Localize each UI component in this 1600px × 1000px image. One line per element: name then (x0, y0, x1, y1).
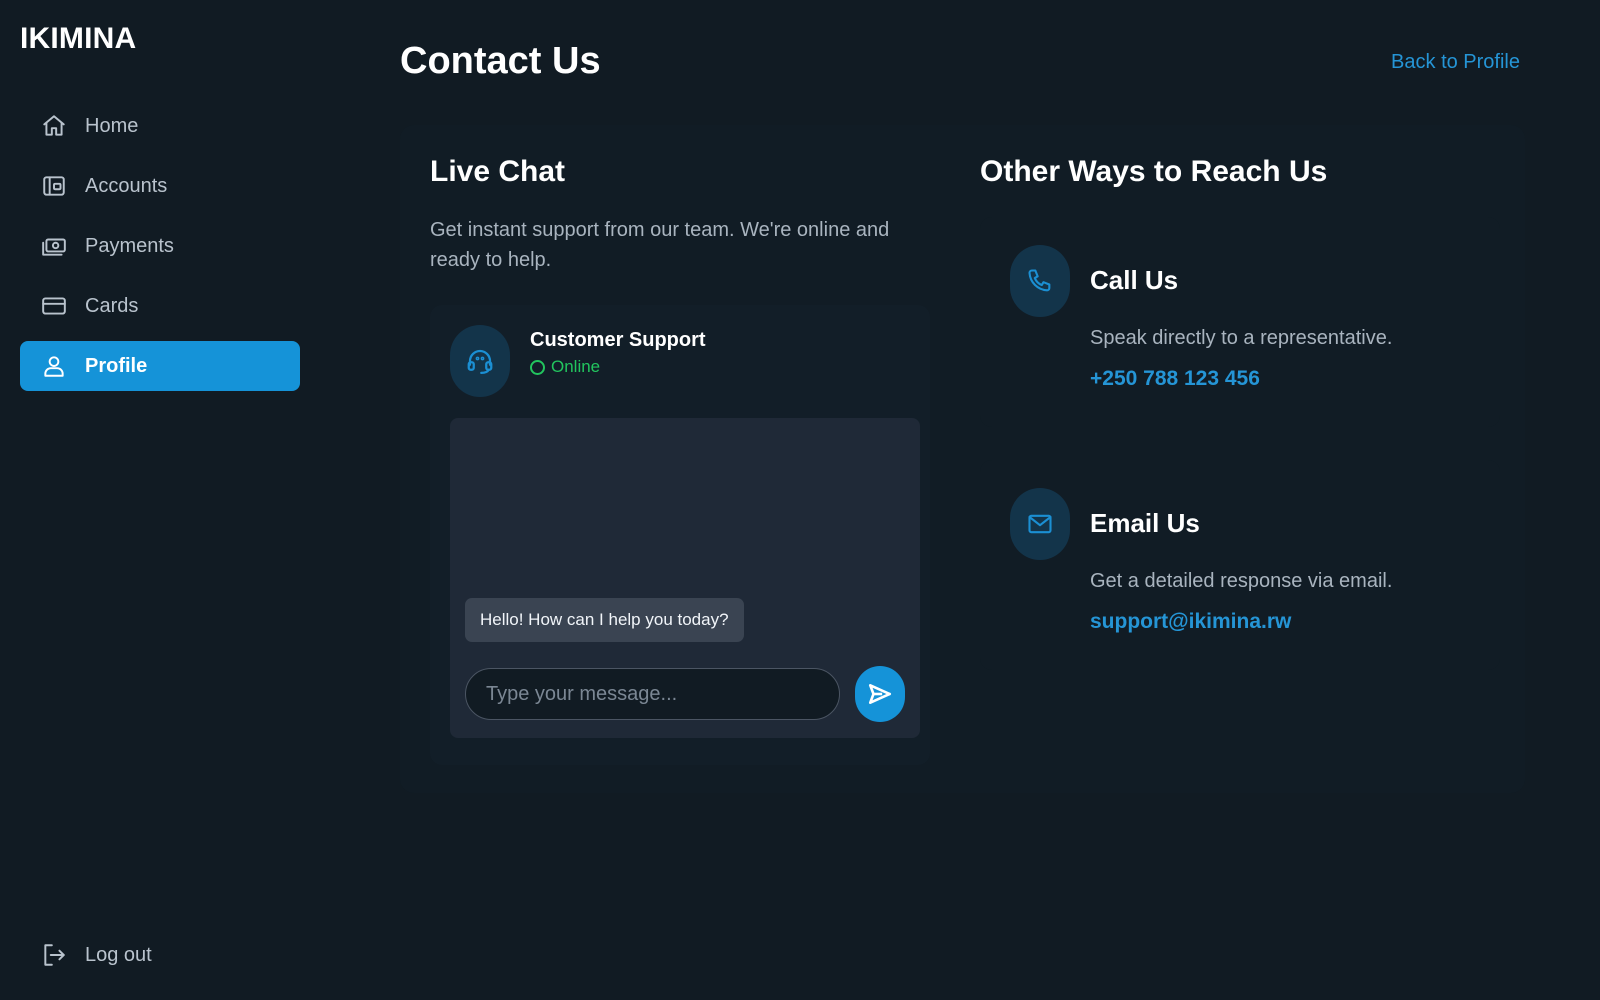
phone-icon (1010, 245, 1070, 317)
email-address-link[interactable]: support@ikimina.rw (1090, 610, 1291, 634)
other-ways-title: Other Ways to Reach Us (980, 155, 1328, 188)
sidebar-item-profile[interactable]: Profile (20, 341, 300, 391)
page-title: Contact Us (400, 40, 601, 82)
support-agent-name: Customer Support (530, 329, 706, 351)
chat-window[interactable]: Hello! How can I help you today? (450, 418, 920, 738)
sidebar-item-cards[interactable]: Cards (20, 281, 300, 331)
sidebar-item-label: Payments (85, 234, 174, 257)
sidebar-item-label: Cards (85, 294, 139, 317)
email-us-card: Email Us Get a detailed response via ema… (980, 460, 1500, 670)
email-us-description: Get a detailed response via email. (1090, 570, 1393, 592)
logout-label: Log out (85, 943, 152, 966)
wallet-icon (40, 172, 68, 200)
chat-message-bubble: Hello! How can I help you today? (465, 598, 744, 642)
call-us-description: Speak directly to a representative. (1090, 327, 1393, 349)
status-text: Online (551, 357, 601, 376)
live-chat-description: Get instant support from our team. We're… (430, 219, 890, 271)
call-us-title: Call Us (1090, 265, 1179, 295)
user-icon (40, 352, 68, 380)
send-button[interactable] (855, 666, 905, 722)
chat-card: Customer Support Online Hello! How can I… (430, 305, 930, 765)
live-chat-title: Live Chat (430, 155, 566, 188)
contact-panel: Live Chat Get instant support from our t… (400, 125, 1525, 793)
brand-logo: IKIMINA (20, 22, 137, 55)
app-root: IKIMINA Home Accounts Payments Cards Pro… (0, 0, 1600, 1000)
mail-icon (1010, 488, 1070, 560)
sidebar-item-home[interactable]: Home (20, 101, 300, 151)
headset-icon (450, 325, 510, 397)
call-us-card: Call Us Speak directly to a representati… (980, 217, 1500, 427)
message-input[interactable] (465, 668, 840, 720)
sidebar-item-label: Accounts (85, 174, 168, 197)
sidebar: IKIMINA Home Accounts Payments Cards Pro… (0, 0, 320, 1000)
support-status: Online (530, 357, 600, 377)
sidebar-item-accounts[interactable]: Accounts (20, 161, 300, 211)
sidebar-item-label: Home (85, 114, 139, 137)
online-status-icon (530, 359, 545, 375)
logout-button[interactable]: Log out (20, 930, 300, 980)
sidebar-nav: Home Accounts Payments Cards Profile (20, 101, 300, 401)
sidebar-item-payments[interactable]: Payments (20, 221, 300, 271)
sidebar-item-label: Profile (85, 354, 148, 377)
home-icon (40, 112, 68, 140)
send-icon (868, 684, 892, 704)
phone-number-link[interactable]: +250 788 123 456 (1090, 367, 1260, 391)
email-us-title: Email Us (1090, 508, 1200, 538)
back-to-profile-link[interactable]: Back to Profile (1391, 51, 1520, 74)
credit-card-icon (40, 292, 68, 320)
logout-icon (40, 941, 68, 969)
cash-icon (40, 232, 68, 260)
